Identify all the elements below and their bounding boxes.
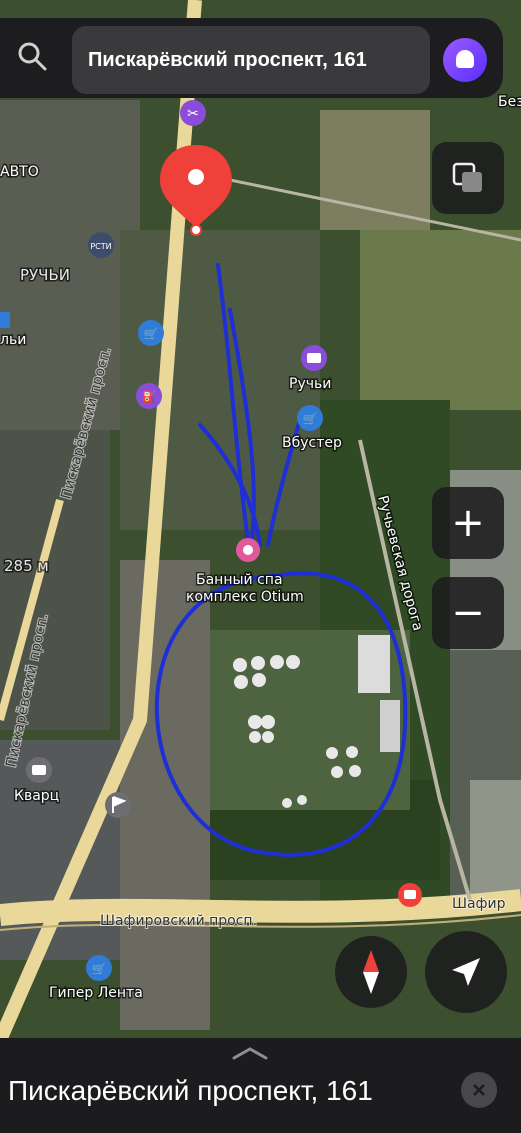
label-top-right-fragment: Безы bbox=[498, 94, 521, 110]
label-kvarts: Кварц bbox=[14, 788, 59, 804]
fuel-poi-icon[interactable]: ⛽ bbox=[136, 383, 162, 409]
search-input[interactable]: Пискарёвский проспект, 161 bbox=[72, 26, 430, 94]
label-ruchyi-fragment: льи bbox=[0, 332, 26, 348]
search-icon[interactable] bbox=[16, 40, 48, 72]
close-button[interactable] bbox=[461, 1072, 497, 1108]
scissors-poi-icon[interactable]: ✂ bbox=[180, 100, 206, 126]
layers-button[interactable] bbox=[432, 142, 504, 214]
flag-poi-icon[interactable] bbox=[105, 792, 131, 818]
compass-button[interactable] bbox=[335, 936, 407, 1008]
metro-poi-icon[interactable] bbox=[0, 312, 10, 328]
rsti-poi-icon[interactable]: РСТИ bbox=[88, 232, 114, 258]
label-avto: АВТО bbox=[0, 164, 39, 180]
cart-poi-icon[interactable]: 🛒 bbox=[297, 405, 323, 431]
rsti-label: РСТИ bbox=[90, 242, 111, 251]
zoom-in-label: + bbox=[451, 500, 485, 546]
label-giper-lenta: Гипер Лента bbox=[49, 985, 143, 1001]
label-shafir-right: Шафир bbox=[452, 896, 506, 912]
voice-assistant-button[interactable] bbox=[443, 38, 487, 82]
sheet-handle-icon[interactable] bbox=[230, 1046, 270, 1060]
svg-text:🛒: 🛒 bbox=[92, 962, 107, 976]
spa-poi-icon[interactable] bbox=[236, 538, 260, 562]
zoom-out-label: − bbox=[451, 590, 485, 636]
label-shafirovsky-road: Шафировский просп. bbox=[100, 913, 257, 929]
svg-text:🛒: 🛒 bbox=[303, 412, 318, 426]
place-title: Пискарёвский проспект, 161 bbox=[8, 1075, 373, 1106]
svg-text:⛽: ⛽ bbox=[142, 390, 157, 404]
briefcase-kvarts-poi-icon[interactable] bbox=[26, 757, 52, 783]
svg-text:🛒: 🛒 bbox=[144, 327, 159, 341]
basket-poi-icon[interactable]: 🛒 bbox=[138, 320, 164, 346]
navigation-arrow-icon bbox=[452, 958, 480, 986]
label-bath-line2: комплекс Otium bbox=[186, 589, 304, 605]
svg-text:✂: ✂ bbox=[187, 105, 199, 121]
layers-icon bbox=[452, 162, 482, 192]
label-bath-line1: Банный спа bbox=[196, 572, 283, 588]
cart-lenta-poi-icon[interactable]: 🛒 bbox=[86, 955, 112, 981]
compass-icon bbox=[363, 950, 379, 994]
my-location-button[interactable] bbox=[425, 931, 507, 1013]
zoom-out-button[interactable]: − bbox=[432, 577, 504, 649]
camera-poi-icon[interactable] bbox=[398, 883, 422, 907]
label-ruchyi-district: РУЧЬИ bbox=[20, 266, 70, 284]
label-scale: 285 м bbox=[4, 557, 49, 575]
label-ruchyi-poi: Ручьи bbox=[289, 376, 331, 392]
label-booster: Вбустер bbox=[282, 435, 342, 451]
close-icon bbox=[473, 1084, 485, 1096]
briefcase-poi-icon[interactable] bbox=[301, 345, 327, 371]
zoom-in-button[interactable]: + bbox=[432, 487, 504, 559]
